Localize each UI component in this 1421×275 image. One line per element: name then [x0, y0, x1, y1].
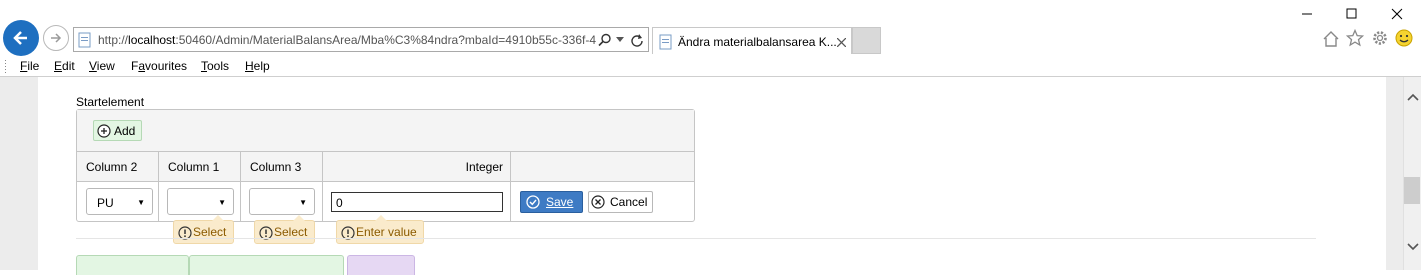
plus-circle-icon: [97, 124, 111, 138]
check-circle-icon: [526, 195, 540, 209]
menu-file[interactable]: File: [20, 59, 39, 73]
add-button[interactable]: Add: [93, 120, 142, 141]
left-gutter: [0, 77, 38, 270]
column-header-column2[interactable]: Column 2: [77, 152, 159, 182]
cell-integer: 0: [323, 182, 511, 222]
bottom-button-2[interactable]: [189, 255, 344, 275]
url-text: http://localhost:50460/Admin/MaterialBal…: [98, 33, 597, 47]
minimize-button[interactable]: [1297, 6, 1317, 22]
integer-validation-text: Enter value: [356, 225, 417, 239]
close-tab-icon[interactable]: [837, 38, 846, 47]
menu-view[interactable]: View: [89, 59, 115, 73]
forward-button[interactable]: [43, 25, 69, 51]
grid-header: Column 2 Column 1 Column 3 Integer: [77, 152, 694, 182]
scroll-up-icon[interactable]: [1407, 93, 1419, 101]
column-header-actions: [511, 152, 694, 182]
dropdown-arrow-icon: ▼: [299, 198, 307, 207]
menu-tools[interactable]: Tools: [201, 59, 229, 73]
startelement-grid: Add Column 2 Column 1 Column 3 Integer P…: [76, 109, 695, 222]
column3-validation-tooltip: Select: [254, 215, 315, 244]
right-gutter: [1386, 77, 1403, 270]
cell-column2: PU ▼: [77, 182, 159, 222]
close-window-button[interactable]: [1387, 6, 1407, 22]
scroll-down-icon[interactable]: [1407, 243, 1419, 251]
page-icon: [659, 34, 672, 50]
menu-favourites[interactable]: Favourites: [131, 59, 187, 73]
column1-validation-tooltip: Select: [173, 215, 234, 244]
save-button[interactable]: Save: [520, 191, 583, 213]
section-divider: [76, 238, 1316, 239]
dropdown-arrow-icon: ▼: [137, 198, 145, 207]
vertical-scrollbar[interactable]: [1403, 77, 1421, 270]
column1-validation-text: Select: [193, 225, 227, 239]
scrollbar-thumb[interactable]: [1404, 177, 1420, 204]
grid-toolbar: Add: [77, 110, 694, 152]
back-arrow-icon: [13, 31, 27, 45]
browser-chrome: http://localhost:50460/Admin/MaterialBal…: [0, 0, 1421, 77]
column-header-column1[interactable]: Column 1: [159, 152, 241, 182]
favorites-star-icon[interactable]: [1346, 29, 1364, 47]
column2-value: PU: [97, 196, 114, 210]
save-button-label: Save: [546, 195, 574, 209]
cell-column1: ▼: [159, 182, 241, 222]
column1-dropdown[interactable]: ▼: [167, 188, 234, 215]
bottom-button-3[interactable]: [347, 255, 415, 275]
column3-validation-text: Select: [274, 225, 308, 239]
home-icon[interactable]: [1322, 30, 1340, 48]
menu-help[interactable]: Help: [245, 59, 270, 73]
page-content: Startelement Add Column 2 Column 1 Colum…: [0, 77, 1403, 275]
column3-dropdown[interactable]: ▼: [249, 188, 315, 215]
back-button[interactable]: [3, 20, 39, 56]
forward-arrow-icon: [51, 33, 62, 43]
settings-gear-icon[interactable]: [1371, 29, 1389, 47]
cancel-button[interactable]: Cancel: [588, 191, 653, 213]
column-header-column3[interactable]: Column 3: [241, 152, 323, 182]
cancel-circle-icon: [591, 195, 605, 209]
cell-column3: ▼: [241, 182, 323, 222]
add-button-label: Add: [114, 124, 136, 138]
dropdown-icon[interactable]: [616, 37, 624, 43]
maximize-button[interactable]: [1342, 6, 1362, 22]
section-label: Startelement: [76, 95, 145, 109]
browser-tab[interactable]: Ändra materialbalansarea K...: [652, 27, 852, 54]
menu-bar: File Edit View Favourites Tools Help: [0, 56, 1421, 77]
cell-actions: Save Cancel: [511, 182, 694, 222]
menubar-grip-icon: [5, 60, 6, 73]
bottom-button-1[interactable]: [76, 255, 189, 275]
address-bar[interactable]: http://localhost:50460/Admin/MaterialBal…: [73, 27, 649, 52]
column-header-integer[interactable]: Integer: [323, 152, 511, 182]
integer-input[interactable]: 0: [331, 192, 503, 212]
menu-edit[interactable]: Edit: [54, 59, 75, 73]
cancel-button-label: Cancel: [610, 195, 648, 209]
page-icon: [78, 32, 91, 48]
search-icon[interactable]: [598, 33, 612, 47]
integer-validation-tooltip: Enter value: [336, 215, 424, 244]
smiley-feedback-icon[interactable]: [1395, 29, 1413, 47]
tab-title: Ändra materialbalansarea K...: [678, 35, 837, 49]
new-tab-button[interactable]: [852, 27, 881, 54]
dropdown-arrow-icon: ▼: [218, 198, 226, 207]
column2-dropdown[interactable]: PU ▼: [86, 188, 153, 215]
refresh-icon[interactable]: [630, 33, 644, 47]
